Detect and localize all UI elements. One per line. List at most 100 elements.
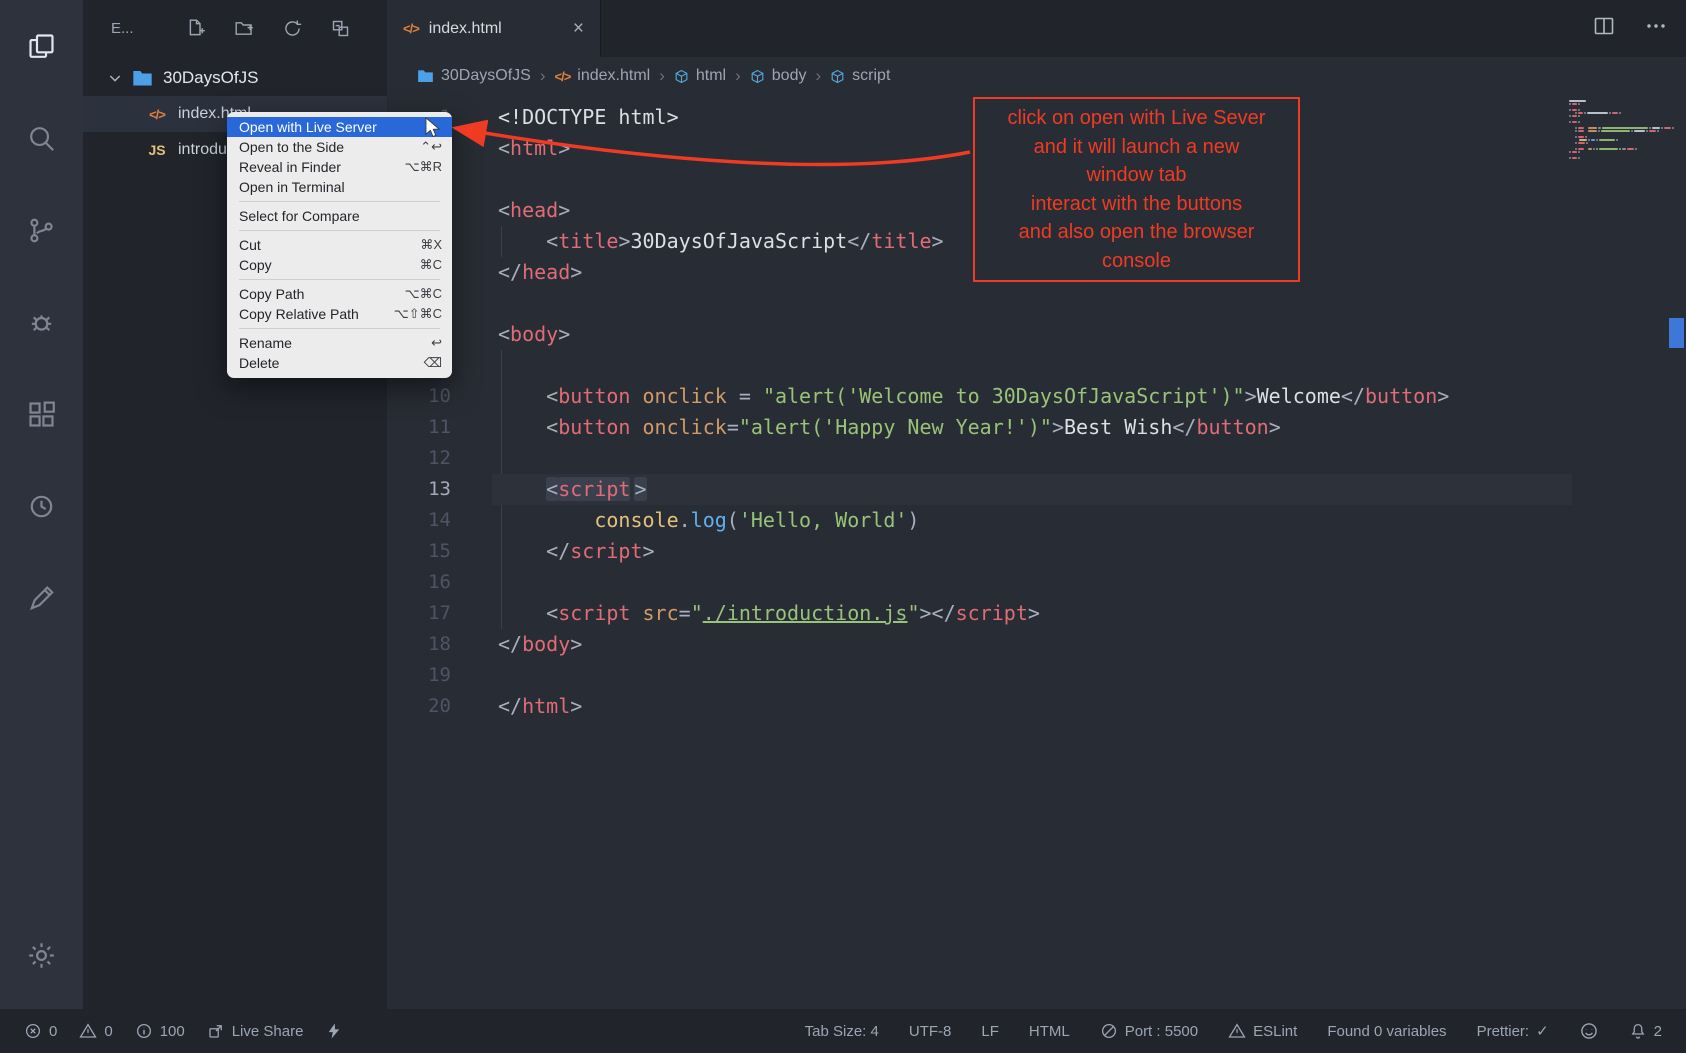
port-icon bbox=[1100, 1022, 1118, 1040]
menu-item-open-in-terminal[interactable]: Open in Terminal bbox=[227, 177, 452, 197]
code-line[interactable]: 9 bbox=[387, 350, 1572, 381]
info-counter[interactable]: 100 bbox=[135, 1022, 185, 1040]
code-line[interactable]: 10 <button onclick = "alert('Welcome to … bbox=[387, 381, 1572, 412]
scrollbar-marker[interactable] bbox=[1669, 318, 1684, 348]
menu-item-copy-path[interactable]: Copy Path⌥⌘C bbox=[227, 284, 452, 304]
editor-actions bbox=[1592, 0, 1668, 57]
code-line[interactable]: 19 bbox=[387, 660, 1572, 691]
warning-count: 0 bbox=[104, 1023, 112, 1040]
live-share-icon bbox=[207, 1022, 225, 1040]
breadcrumb-label: 30DaysOfJS bbox=[441, 67, 531, 85]
extensions-icon[interactable] bbox=[0, 368, 83, 460]
language-indicator[interactable]: HTML bbox=[1029, 1023, 1070, 1040]
tree-item-folder[interactable]: 30DaysOfJS bbox=[83, 60, 387, 96]
breadcrumb-item-30daysofjs[interactable]: 30DaysOfJS bbox=[417, 67, 531, 85]
refresh-icon[interactable] bbox=[282, 18, 303, 39]
status-bar: 0 0 100 Live Share bbox=[0, 1009, 1686, 1053]
line-number: 19 bbox=[387, 660, 451, 691]
minimap[interactable] bbox=[1569, 100, 1661, 160]
new-folder-icon[interactable] bbox=[234, 18, 255, 39]
line-number: 11 bbox=[387, 412, 451, 443]
bell-icon bbox=[1629, 1022, 1647, 1040]
folder-icon bbox=[130, 69, 154, 87]
explorer-title: E... bbox=[111, 20, 134, 37]
breadcrumb-item-script[interactable]: script bbox=[830, 67, 890, 85]
variables-indicator[interactable]: Found 0 variables bbox=[1327, 1023, 1446, 1040]
encoding-indicator[interactable]: UTF-8 bbox=[909, 1023, 952, 1040]
code-line[interactable]: 17 <script src="./introduction.js"></scr… bbox=[387, 598, 1572, 629]
breadcrumb-item-index-html[interactable]: </>index.html bbox=[554, 67, 650, 85]
tab-size-indicator[interactable]: Tab Size: 4 bbox=[805, 1023, 879, 1040]
menu-item-select-for-compare[interactable]: Select for Compare bbox=[227, 206, 452, 226]
line-number: 20 bbox=[387, 691, 451, 722]
menu-item-open-with-live-server[interactable]: Open with Live Server bbox=[227, 117, 452, 137]
code-icon: </> bbox=[554, 69, 570, 84]
new-file-icon[interactable] bbox=[186, 18, 207, 39]
menu-item-delete[interactable]: Delete⌫ bbox=[227, 353, 452, 373]
breadcrumb-separator: › bbox=[659, 66, 665, 86]
warning-icon bbox=[79, 1022, 97, 1040]
line-number: 17 bbox=[387, 598, 451, 629]
menu-item-copy[interactable]: Copy⌘C bbox=[227, 255, 452, 275]
bolt-button[interactable] bbox=[325, 1022, 343, 1040]
breadcrumb-item-html[interactable]: html bbox=[674, 67, 726, 85]
feedback-icon[interactable] bbox=[0, 552, 83, 644]
source-control-icon[interactable] bbox=[0, 184, 83, 276]
run-debug-icon[interactable] bbox=[0, 276, 83, 368]
problems-warnings[interactable]: 0 bbox=[79, 1022, 112, 1040]
menu-item-copy-relative-path[interactable]: Copy Relative Path⌥⇧⌘C bbox=[227, 304, 452, 324]
code-line[interactable]: 11 <button onclick="alert('Happy New Yea… bbox=[387, 412, 1572, 443]
annotation-line: click on open with Live Sever bbox=[977, 104, 1296, 133]
code-line[interactable]: 15 </script> bbox=[387, 536, 1572, 567]
menu-item-cut[interactable]: Cut⌘X bbox=[227, 235, 452, 255]
code-line[interactable]: 20</html> bbox=[387, 691, 1572, 722]
line-number: 15 bbox=[387, 536, 451, 567]
cube-icon bbox=[750, 69, 765, 84]
menu-item-rename[interactable]: Rename↩ bbox=[227, 333, 452, 353]
code-line[interactable]: 12 bbox=[387, 443, 1572, 474]
history-icon[interactable] bbox=[0, 460, 83, 552]
menu-item-open-to-the-side[interactable]: Open to the Side⌃↩ bbox=[227, 137, 452, 157]
code-line[interactable]: 8<body> bbox=[387, 319, 1572, 350]
breadcrumb-separator: › bbox=[540, 66, 546, 86]
breadcrumb-item-body[interactable]: body bbox=[750, 67, 807, 85]
live-server-port[interactable]: Port : 5500 bbox=[1100, 1022, 1198, 1040]
more-actions-icon[interactable] bbox=[1644, 14, 1668, 43]
close-icon[interactable]: × bbox=[573, 19, 584, 38]
split-editor-icon[interactable] bbox=[1592, 14, 1616, 43]
annotation-line: window tab bbox=[977, 161, 1296, 190]
info-count: 100 bbox=[160, 1023, 185, 1040]
problems-errors[interactable]: 0 bbox=[24, 1022, 57, 1040]
code-line[interactable]: 13 <script> bbox=[387, 474, 1572, 505]
annotation-box: click on open with Live Sever and it wil… bbox=[973, 97, 1300, 282]
breadcrumb-separator: › bbox=[735, 66, 741, 86]
lightning-icon bbox=[325, 1022, 343, 1040]
code-line[interactable]: 7 bbox=[387, 288, 1572, 319]
code-line[interactable]: 18</body> bbox=[387, 629, 1572, 660]
breadcrumb: 30DaysOfJS›</>index.html›html›body›scrip… bbox=[387, 57, 1686, 95]
live-share-button[interactable]: Live Share bbox=[207, 1022, 304, 1040]
cube-icon bbox=[674, 69, 689, 84]
menu-separator bbox=[239, 328, 440, 329]
code-line[interactable]: 14 console.log('Hello, World') bbox=[387, 505, 1572, 536]
line-number: 14 bbox=[387, 505, 451, 536]
info-icon bbox=[135, 1022, 153, 1040]
search-icon[interactable] bbox=[0, 92, 83, 184]
feedback-smiley-icon[interactable] bbox=[1579, 1021, 1599, 1041]
html-file-icon: </> bbox=[403, 20, 419, 38]
collapse-all-icon[interactable] bbox=[330, 18, 351, 39]
code-line[interactable]: 16 bbox=[387, 567, 1572, 598]
eol-indicator[interactable]: LF bbox=[981, 1023, 999, 1040]
prettier-indicator[interactable]: Prettier: ✓ bbox=[1477, 1022, 1549, 1040]
menu-item-reveal-in-finder[interactable]: Reveal in Finder⌥⌘R bbox=[227, 157, 452, 177]
settings-gear-icon[interactable] bbox=[0, 909, 83, 1001]
notifications-bell[interactable]: 2 bbox=[1629, 1022, 1662, 1040]
js-file-icon: JS bbox=[145, 142, 169, 158]
eslint-indicator[interactable]: ESLint bbox=[1228, 1022, 1297, 1040]
tab-index-html[interactable]: </> index.html × bbox=[387, 0, 601, 57]
annotation-line: interact with the buttons bbox=[977, 190, 1296, 219]
breadcrumb-label: body bbox=[772, 67, 807, 85]
explorer-icon[interactable] bbox=[0, 0, 83, 92]
eslint-warning-icon bbox=[1228, 1022, 1246, 1040]
folder-name: 30DaysOfJS bbox=[163, 68, 258, 88]
